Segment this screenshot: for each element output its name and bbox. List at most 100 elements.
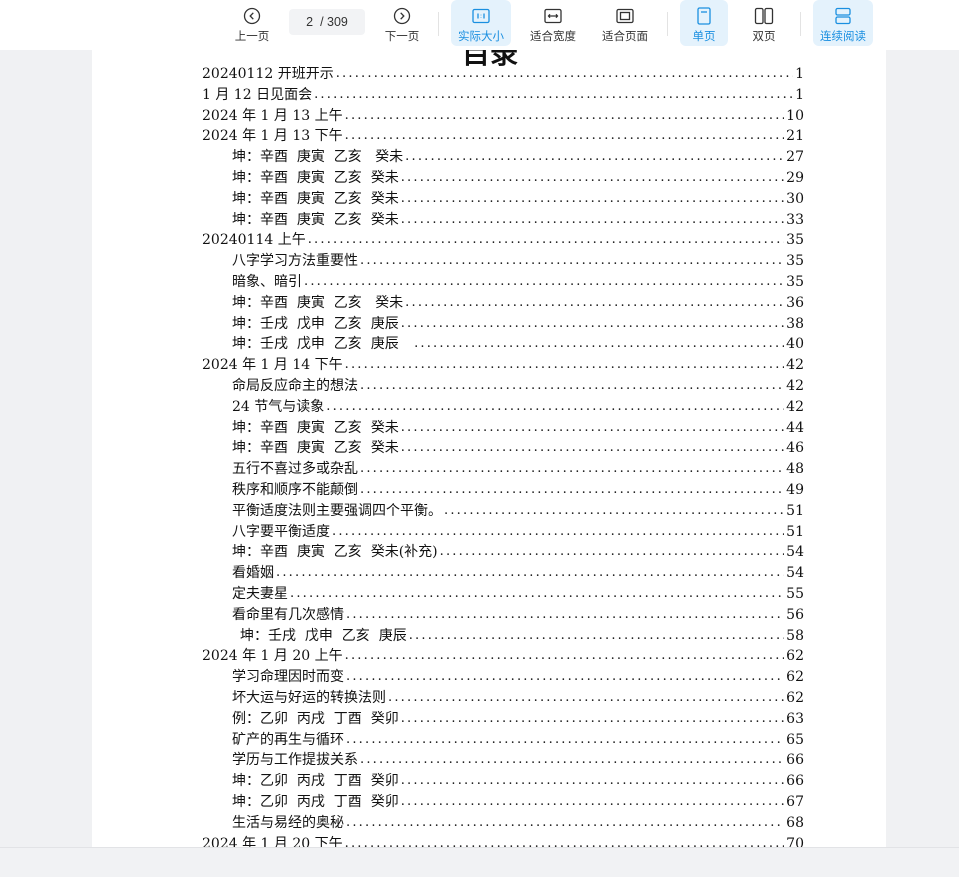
toc-entry[interactable]: 秩序和顺序不能颠倒...............................… [232, 478, 804, 499]
toc-entry-page: 62 [786, 690, 804, 706]
toc-entry-title: 平衡适度法则主要强调四个平衡。 [232, 502, 442, 519]
toc-dot-leader: ........................................… [344, 835, 785, 847]
toc-entry-title: 坤：辛酉 庚寅 乙亥 癸未 [232, 419, 399, 436]
toc-entry-page: 35 [786, 274, 804, 290]
toc-entry[interactable]: 24 节气与读象................................… [232, 395, 804, 416]
toolbar-divider [800, 12, 801, 36]
toc-dot-leader: ........................................… [400, 710, 784, 726]
toc-entry[interactable]: 2024 年 1 月 13 下午........................… [202, 124, 804, 145]
toc-dot-leader: ........................................… [414, 336, 785, 352]
toc-entry[interactable]: 八字要平衡适度.................................… [232, 520, 804, 541]
toc-entry-page: 54 [786, 544, 804, 561]
toc-entry[interactable]: 坤：辛酉 庚寅 乙亥 癸未...........................… [232, 436, 804, 457]
toc-entry[interactable]: 矿产的再生与循环................................… [232, 728, 804, 749]
total-pages-value: / 309 [320, 15, 348, 29]
toc-entry-title: 学历与工作提拔关系 [232, 752, 358, 769]
toc-entry[interactable]: 20240112 开班开示...........................… [202, 62, 804, 83]
toc-entry-page: 1 [795, 86, 804, 103]
page-number-field[interactable]: 2 / 309 [289, 9, 365, 35]
toc-entry[interactable]: 坤：辛酉 庚寅 乙亥 癸未...........................… [232, 208, 804, 229]
toc-entry[interactable]: 2024 年 1 月 20 上午........................… [202, 644, 804, 665]
toc-entry[interactable]: 定夫妻星....................................… [232, 582, 804, 603]
toc-entry-title: 24 节气与读象 [232, 398, 325, 415]
toc-entry[interactable]: 2024 年 1 月 14 下午........................… [202, 353, 804, 374]
toc-entry[interactable]: 坤：乙卯 丙戌 丁酉 癸卯...........................… [232, 769, 804, 790]
next-page-label: 下一页 [384, 31, 420, 43]
toc-entry-page: 51 [786, 523, 804, 540]
toc-entry[interactable]: 坤：辛酉 庚寅 乙亥 癸未...........................… [232, 145, 804, 166]
toc-entry[interactable]: 例：乙卯 丙戌 丁酉 癸卯...........................… [232, 707, 804, 728]
single-page-button[interactable]: 单页 [680, 0, 728, 46]
toc-entry[interactable]: 暗象、暗引...................................… [232, 270, 804, 291]
toc-entry-page: 51 [786, 502, 804, 519]
toc-entry-page: 56 [786, 606, 804, 623]
toc-dot-leader: ........................................… [400, 794, 784, 809]
toc-entry[interactable]: 坤：壬戌 戊申 乙亥 庚辰...........................… [232, 312, 804, 333]
fit-page-label: 适合页面 [602, 31, 648, 43]
toc-entry[interactable]: 平衡适度法则主要强调四个平衡。.........................… [232, 499, 804, 520]
actual-size-label: 实际大小 [458, 31, 504, 43]
double-page-button[interactable]: 双页 [740, 0, 788, 46]
toc-entry[interactable]: 坤：壬戌 戊申 乙亥 庚辰 ..........................… [232, 332, 804, 353]
toc-entry[interactable]: 2024 年 1 月 20 下午........................… [202, 832, 804, 847]
toc-dot-leader: ........................................… [408, 627, 785, 643]
toc-entry[interactable]: 五行不喜过多或杂乱...............................… [232, 457, 804, 478]
prev-page-button[interactable]: 上一页 [228, 0, 276, 46]
toc-entry-title: 例：乙卯 丙戌 丁酉 癸卯 [232, 710, 399, 727]
toc-entry[interactable]: 坤：辛酉 庚寅 乙亥 癸未...........................… [232, 166, 804, 187]
toc-entry[interactable]: 坏大运与好运的转换法则.............................… [232, 686, 804, 707]
toc-entry[interactable]: 20240114 上午.............................… [202, 228, 804, 249]
toc-entry-page: 46 [786, 440, 804, 457]
fit-page-button[interactable]: 适合页面 [596, 0, 654, 46]
toc-dot-leader: ........................................… [405, 149, 785, 165]
actual-size-button[interactable]: 实际大小 [451, 0, 511, 46]
toc-dot-leader: ........................................… [400, 170, 784, 185]
toc-entry[interactable]: 看命里有几次感情................................… [232, 603, 804, 624]
toc-entry-page: 35 [786, 232, 804, 249]
toc-entry[interactable]: 命局反应命主的想法...............................… [232, 374, 804, 395]
toc-entry[interactable]: 坤：辛酉 庚寅 乙亥 癸未...........................… [232, 187, 804, 208]
toc-entry-page: 49 [786, 482, 804, 498]
toc-entry[interactable]: 看婚姻.....................................… [232, 561, 804, 582]
toc-entry[interactable]: 坤：乙卯 丙戌 丁酉 癸卯...........................… [232, 790, 804, 811]
toc-entry[interactable]: 1 月 12 日见面会.............................… [202, 83, 804, 104]
toc-entry-page: 30 [786, 190, 804, 207]
current-page-value[interactable]: 2 [306, 15, 313, 29]
toc-dot-leader: ........................................… [400, 315, 784, 331]
prev-page-label: 上一页 [234, 31, 270, 43]
toc-entry[interactable]: 学习命理因时而变................................… [232, 665, 804, 686]
continuous-reading-button[interactable]: 连续阅读 [813, 0, 873, 46]
toc-entry[interactable]: 坤：壬戌 戊申 乙亥 庚辰...........................… [240, 624, 804, 645]
toc-entry-title: 1 月 12 日见面会 [202, 86, 313, 103]
toc-dot-leader: ........................................… [360, 461, 785, 477]
toc-dot-leader: ........................................… [290, 586, 785, 601]
toc-entry-page: 66 [786, 752, 804, 769]
toc-entry-page: 36 [786, 294, 804, 311]
toc-entry-page: 29 [786, 170, 804, 186]
toc-entry-title: 坤：辛酉 庚寅 乙亥 癸未 [232, 149, 404, 166]
toc-entry[interactable]: 2024 年 1 月 13 上午........................… [202, 104, 804, 125]
toc-dot-leader: ........................................… [344, 128, 785, 144]
toc-entry-page: 70 [786, 835, 804, 847]
toc-entry-title: 五行不喜过多或杂乱 [232, 461, 358, 478]
toc-entry-page: 65 [786, 731, 804, 748]
toc-entry[interactable]: 坤：辛酉 庚寅 乙亥 癸未...........................… [232, 416, 804, 437]
toc-entry[interactable]: 八字学习方法重要性...............................… [232, 249, 804, 270]
toc-entry-title: 坤：壬戌 戊申 乙亥 庚辰 [232, 315, 399, 332]
next-page-button[interactable]: 下一页 [378, 0, 426, 46]
toc-entry-page: 63 [786, 710, 804, 727]
toc-entry[interactable]: 坤：辛酉 庚寅 乙亥 癸未(补充).......................… [232, 540, 804, 561]
toc-entry-title: 秩序和顺序不能颠倒 [232, 482, 358, 498]
viewer-toolbar: 上一页 2 / 309 下一页 实际大小 适合宽度 适合页面 单页 双页 连续阅… [0, 0, 959, 50]
toc-dot-leader: ........................................… [360, 378, 785, 393]
toc-dot-leader: ........................................… [360, 752, 785, 768]
toc-entry-title: 坤：乙卯 丙戌 丁酉 癸卯 [232, 794, 399, 810]
toc-entry-title: 坤：辛酉 庚寅 乙亥 癸未(补充) [232, 544, 438, 561]
toc-dot-leader: ........................................… [360, 253, 785, 269]
fit-width-label: 适合宽度 [530, 31, 576, 43]
fit-width-button[interactable]: 适合宽度 [524, 0, 582, 46]
toc-entry[interactable]: 坤：辛酉 庚寅 乙亥 癸未...........................… [232, 291, 804, 312]
toc-entry[interactable]: 学历与工作提拔关系...............................… [232, 748, 804, 769]
toc-dot-leader: ........................................… [400, 190, 784, 206]
toc-entry[interactable]: 生活与易经的奥秘................................… [232, 811, 804, 832]
